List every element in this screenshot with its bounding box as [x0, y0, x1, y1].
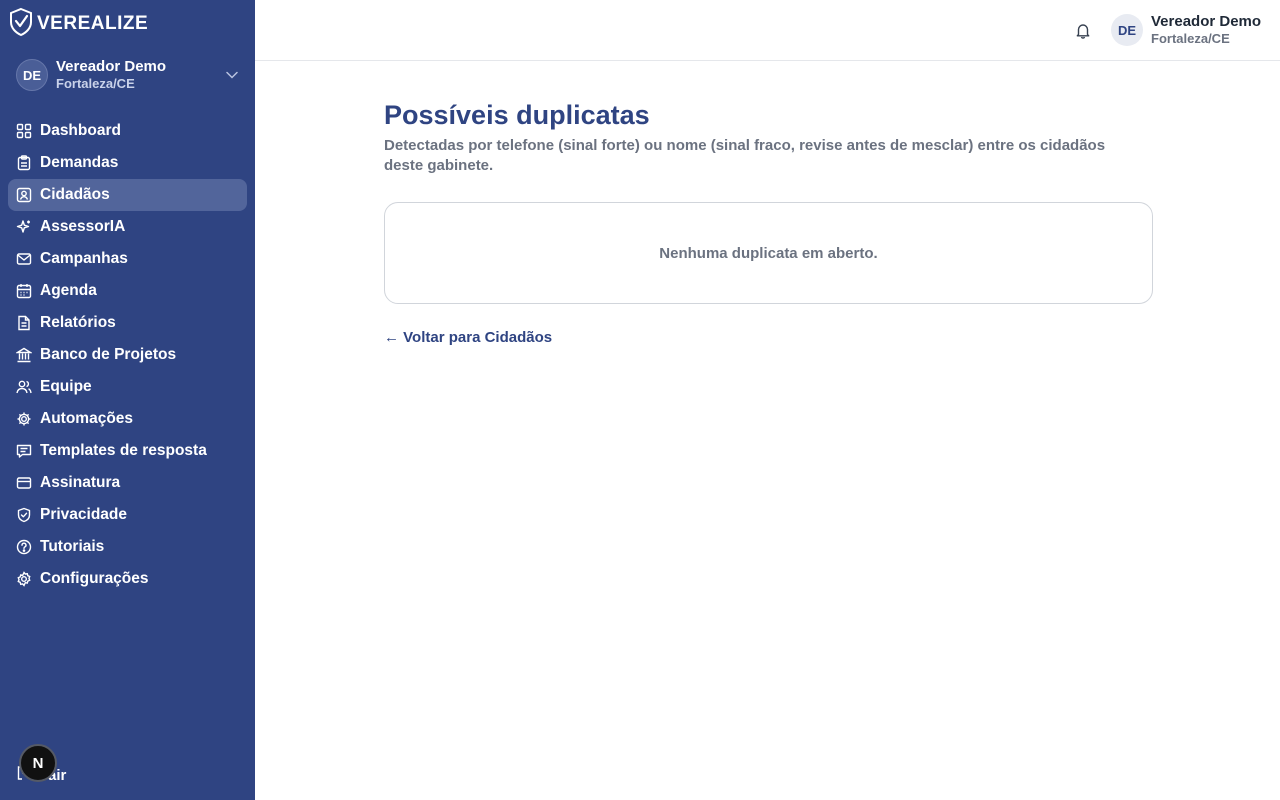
sidebar-item-equipe[interactable]: Equipe: [8, 371, 247, 403]
sidebar-item-label: Privacidade: [40, 506, 128, 523]
gear-icon: [16, 411, 32, 427]
empty-state-message: Nenhuma duplicata em aberto.: [659, 244, 878, 262]
brand-shield-icon: [8, 7, 34, 42]
topbar: DE Vereador Demo Fortaleza/CE: [255, 0, 1280, 61]
brand-name: VEREALIZE: [37, 13, 149, 34]
profile-switcher[interactable]: DE Vereador Demo Fortaleza/CE: [16, 56, 240, 94]
sidebar-item-configuracoes[interactable]: Configurações: [8, 563, 247, 595]
sidebar-item-label: Assinatura: [40, 474, 121, 491]
profile-name: Vereador Demo: [56, 58, 167, 75]
calendar-icon: [16, 283, 32, 299]
help-circle-icon: [16, 539, 32, 555]
sidebar-item-label: Tutoriais: [40, 538, 105, 555]
sidebar-item-label: Automações: [40, 410, 134, 427]
sidebar: VEREALIZE DE Vereador Demo Fortaleza/CE …: [0, 0, 255, 800]
clipboard-icon: [16, 155, 32, 171]
sidebar-item-label: Configurações: [40, 570, 149, 587]
next-devtools-badge[interactable]: N: [19, 744, 57, 782]
settings-icon: [16, 571, 32, 587]
sidebar-item-agenda[interactable]: Agenda: [8, 275, 247, 307]
contact-card-icon: [16, 187, 32, 203]
sidebar-item-assessoria[interactable]: AssessorIA: [8, 211, 247, 243]
shield-check-icon: [16, 507, 32, 523]
page-description: Detectadas por telefone (sinal forte) ou…: [384, 137, 1106, 174]
user-name: Vereador Demo: [1151, 13, 1262, 30]
sidebar-item-label: Demandas: [40, 154, 119, 171]
empty-state-card: Nenhuma duplicata em aberto.: [384, 202, 1153, 304]
avatar: DE: [1111, 14, 1143, 46]
dashboard-icon: [16, 123, 32, 139]
sidebar-item-label: Cidadãos: [40, 186, 110, 203]
sidebar-item-privacidade[interactable]: Privacidade: [8, 499, 247, 531]
sidebar-item-label: Equipe: [40, 378, 92, 395]
chevron-down-icon[interactable]: [224, 67, 240, 83]
sidebar-item-templates-de-resposta[interactable]: Templates de resposta: [8, 435, 247, 467]
sidebar-item-dashboard[interactable]: Dashboard: [8, 115, 247, 147]
sidebar-item-automacoes[interactable]: Automações: [8, 403, 247, 435]
page-title: Possíveis duplicatas: [384, 100, 650, 130]
sidebar-item-label: Templates de resposta: [40, 442, 207, 459]
bank-icon: [16, 347, 32, 363]
sidebar-item-label: Banco de Projetos: [40, 346, 177, 363]
bell-icon[interactable]: [1075, 21, 1091, 39]
users-icon: [16, 379, 32, 395]
user-location: Fortaleza/CE: [1151, 31, 1230, 46]
sidebar-item-label: Agenda: [40, 282, 97, 299]
sparkles-icon: [16, 219, 32, 235]
document-icon: [16, 315, 32, 331]
avatar: DE: [16, 59, 48, 91]
back-to-cidadaos-link[interactable]: ← Voltar para Cidadãos: [384, 329, 552, 346]
sidebar-nav: Dashboard Demandas Cidadãos AssessorIA C…: [8, 115, 247, 595]
sidebar-item-relatorios[interactable]: Relatórios: [8, 307, 247, 339]
sidebar-item-campanhas[interactable]: Campanhas: [8, 243, 247, 275]
credit-card-icon: [16, 475, 32, 491]
sidebar-item-label: AssessorIA: [40, 218, 126, 235]
sidebar-item-assinatura[interactable]: Assinatura: [8, 467, 247, 499]
profile-location: Fortaleza/CE: [56, 76, 135, 91]
sidebar-item-label: Campanhas: [40, 250, 128, 267]
sidebar-item-label: Dashboard: [40, 122, 121, 139]
sidebar-item-label: Relatórios: [40, 314, 116, 331]
message-icon: [16, 443, 32, 459]
sidebar-item-cidadaos[interactable]: Cidadãos: [8, 179, 247, 211]
sidebar-item-banco-de-projetos[interactable]: Banco de Projetos: [8, 339, 247, 371]
user-menu[interactable]: DE Vereador Demo Fortaleza/CE: [1111, 13, 1261, 47]
brand-logo[interactable]: VEREALIZE: [8, 7, 149, 42]
sidebar-item-demandas[interactable]: Demandas: [8, 147, 247, 179]
main-content: Possíveis duplicatas Detectadas por tele…: [384, 98, 1153, 347]
mail-icon: [16, 251, 32, 267]
sidebar-item-tutoriais[interactable]: Tutoriais: [8, 531, 247, 563]
